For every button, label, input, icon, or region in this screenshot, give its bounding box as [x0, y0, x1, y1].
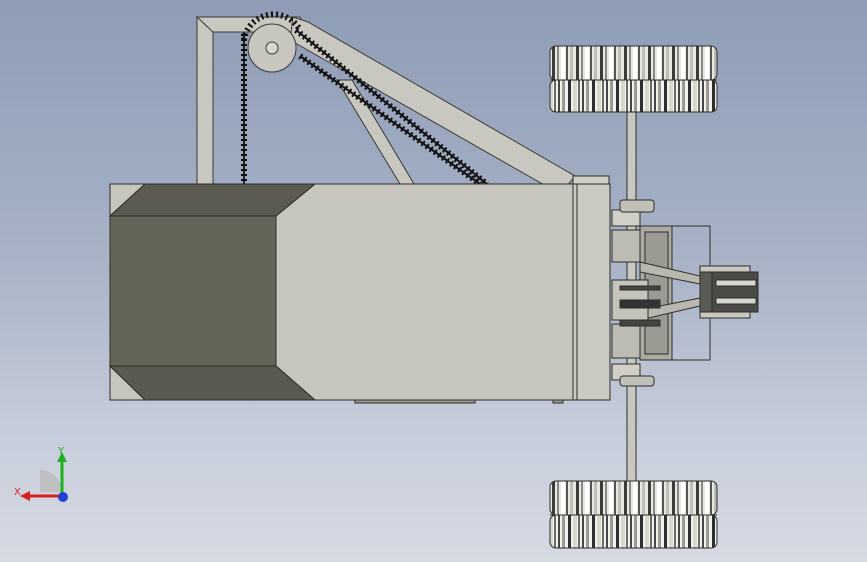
main-housing — [108, 175, 611, 404]
orientation-triad[interactable]: Y X — [14, 442, 76, 508]
top-wheel — [549, 45, 718, 113]
cad-viewport[interactable] — [0, 0, 867, 562]
x-axis-label: X — [14, 487, 21, 498]
y-axis-label: Y — [57, 446, 65, 457]
triad-plane-icon — [40, 470, 62, 492]
pulley — [247, 23, 297, 73]
bottom-wheel — [549, 480, 718, 549]
z-axis-icon — [58, 492, 68, 502]
x-axis-arrow-icon — [20, 491, 30, 501]
